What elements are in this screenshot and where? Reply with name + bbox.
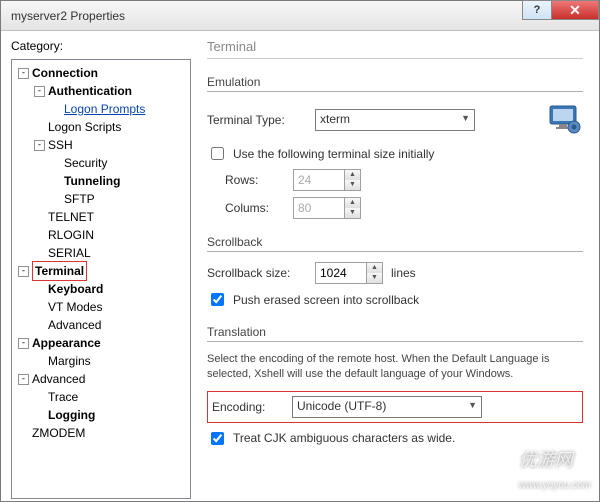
- rows-spinner[interactable]: ▲▼: [293, 169, 361, 191]
- spin-down-icon[interactable]: ▼: [367, 273, 382, 283]
- encoding-label: Encoding:: [212, 400, 282, 414]
- tree-vt-modes[interactable]: VT Modes: [48, 298, 102, 316]
- settings-panel: Terminal Emulation Terminal Type: xterm …: [201, 39, 589, 491]
- group-emulation: Emulation: [207, 75, 583, 89]
- category-tree[interactable]: -Connection -Authentication Logon Prompt…: [11, 59, 191, 499]
- translation-desc: Select the encoding of the remote host. …: [207, 352, 583, 383]
- terminal-icon: [547, 102, 583, 138]
- tree-ssh[interactable]: SSH: [48, 136, 73, 154]
- rows-label: Rows:: [225, 173, 285, 187]
- expand-icon[interactable]: -: [18, 374, 29, 385]
- properties-dialog: myserver2 Properties ? ✕ Category: -Conn…: [0, 0, 600, 502]
- tree-logging[interactable]: Logging: [48, 406, 95, 424]
- expand-icon[interactable]: -: [34, 86, 45, 97]
- expand-icon[interactable]: -: [34, 140, 45, 151]
- tree-sftp[interactable]: SFTP: [64, 190, 95, 208]
- cols-label: Colums:: [225, 201, 285, 215]
- spin-up-icon[interactable]: ▲: [367, 263, 382, 273]
- terminal-type-label: Terminal Type:: [207, 113, 307, 127]
- tree-trace[interactable]: Trace: [48, 388, 78, 406]
- window-title: myserver2 Properties: [11, 9, 125, 23]
- panel-title: Terminal: [207, 39, 583, 59]
- encoding-row-highlight: Encoding: Unicode (UTF-8): [207, 391, 583, 423]
- tree-connection[interactable]: Connection: [32, 64, 98, 82]
- tree-security[interactable]: Security: [64, 154, 107, 172]
- spin-down-icon[interactable]: ▼: [345, 180, 360, 190]
- rows-input[interactable]: [294, 170, 344, 190]
- tree-telnet[interactable]: TELNET: [48, 208, 94, 226]
- use-size-label: Use the following terminal size initiall…: [233, 147, 434, 161]
- cols-spinner[interactable]: ▲▼: [293, 197, 361, 219]
- tree-appearance[interactable]: Appearance: [32, 334, 101, 352]
- group-translation: Translation: [207, 325, 583, 339]
- group-scrollback: Scrollback: [207, 235, 583, 249]
- category-label: Category:: [11, 39, 191, 53]
- tree-tunneling[interactable]: Tunneling: [64, 172, 120, 190]
- scrollback-input[interactable]: [316, 263, 366, 283]
- tree-margins[interactable]: Margins: [48, 352, 91, 370]
- terminal-type-select[interactable]: xterm: [315, 109, 475, 131]
- spin-down-icon[interactable]: ▼: [345, 208, 360, 218]
- tree-logon-prompts[interactable]: Logon Prompts: [64, 100, 145, 118]
- tree-keyboard[interactable]: Keyboard: [48, 280, 103, 298]
- tree-advanced2[interactable]: Advanced: [32, 370, 85, 388]
- tree-advanced[interactable]: Advanced: [48, 316, 101, 334]
- scrollback-spinner[interactable]: ▲▼: [315, 262, 383, 284]
- expand-icon[interactable]: -: [18, 338, 29, 349]
- push-erased-checkbox[interactable]: [211, 293, 224, 306]
- tree-logon-scripts[interactable]: Logon Scripts: [48, 118, 121, 136]
- tree-rlogin[interactable]: RLOGIN: [48, 226, 94, 244]
- tree-authentication[interactable]: Authentication: [48, 82, 132, 100]
- encoding-select[interactable]: Unicode (UTF-8): [292, 396, 482, 418]
- expand-icon[interactable]: -: [18, 68, 29, 79]
- spin-up-icon[interactable]: ▲: [345, 170, 360, 180]
- close-button[interactable]: ✕: [551, 0, 599, 20]
- scrollback-size-label: Scrollback size:: [207, 266, 307, 280]
- tree-zmodem[interactable]: ZMODEM: [32, 424, 85, 442]
- title-bar[interactable]: myserver2 Properties ? ✕: [1, 1, 599, 31]
- cols-input[interactable]: [294, 198, 344, 218]
- expand-icon[interactable]: -: [18, 266, 29, 277]
- use-size-checkbox[interactable]: [211, 147, 224, 160]
- help-button[interactable]: ?: [522, 0, 552, 20]
- spin-up-icon[interactable]: ▲: [345, 198, 360, 208]
- cjk-label: Treat CJK ambiguous characters as wide.: [233, 431, 455, 445]
- push-erased-label: Push erased screen into scrollback: [233, 293, 419, 307]
- cjk-checkbox[interactable]: [211, 432, 224, 445]
- tree-serial[interactable]: SERIAL: [48, 244, 91, 262]
- tree-terminal[interactable]: Terminal: [32, 261, 87, 281]
- scrollback-unit: lines: [391, 266, 416, 280]
